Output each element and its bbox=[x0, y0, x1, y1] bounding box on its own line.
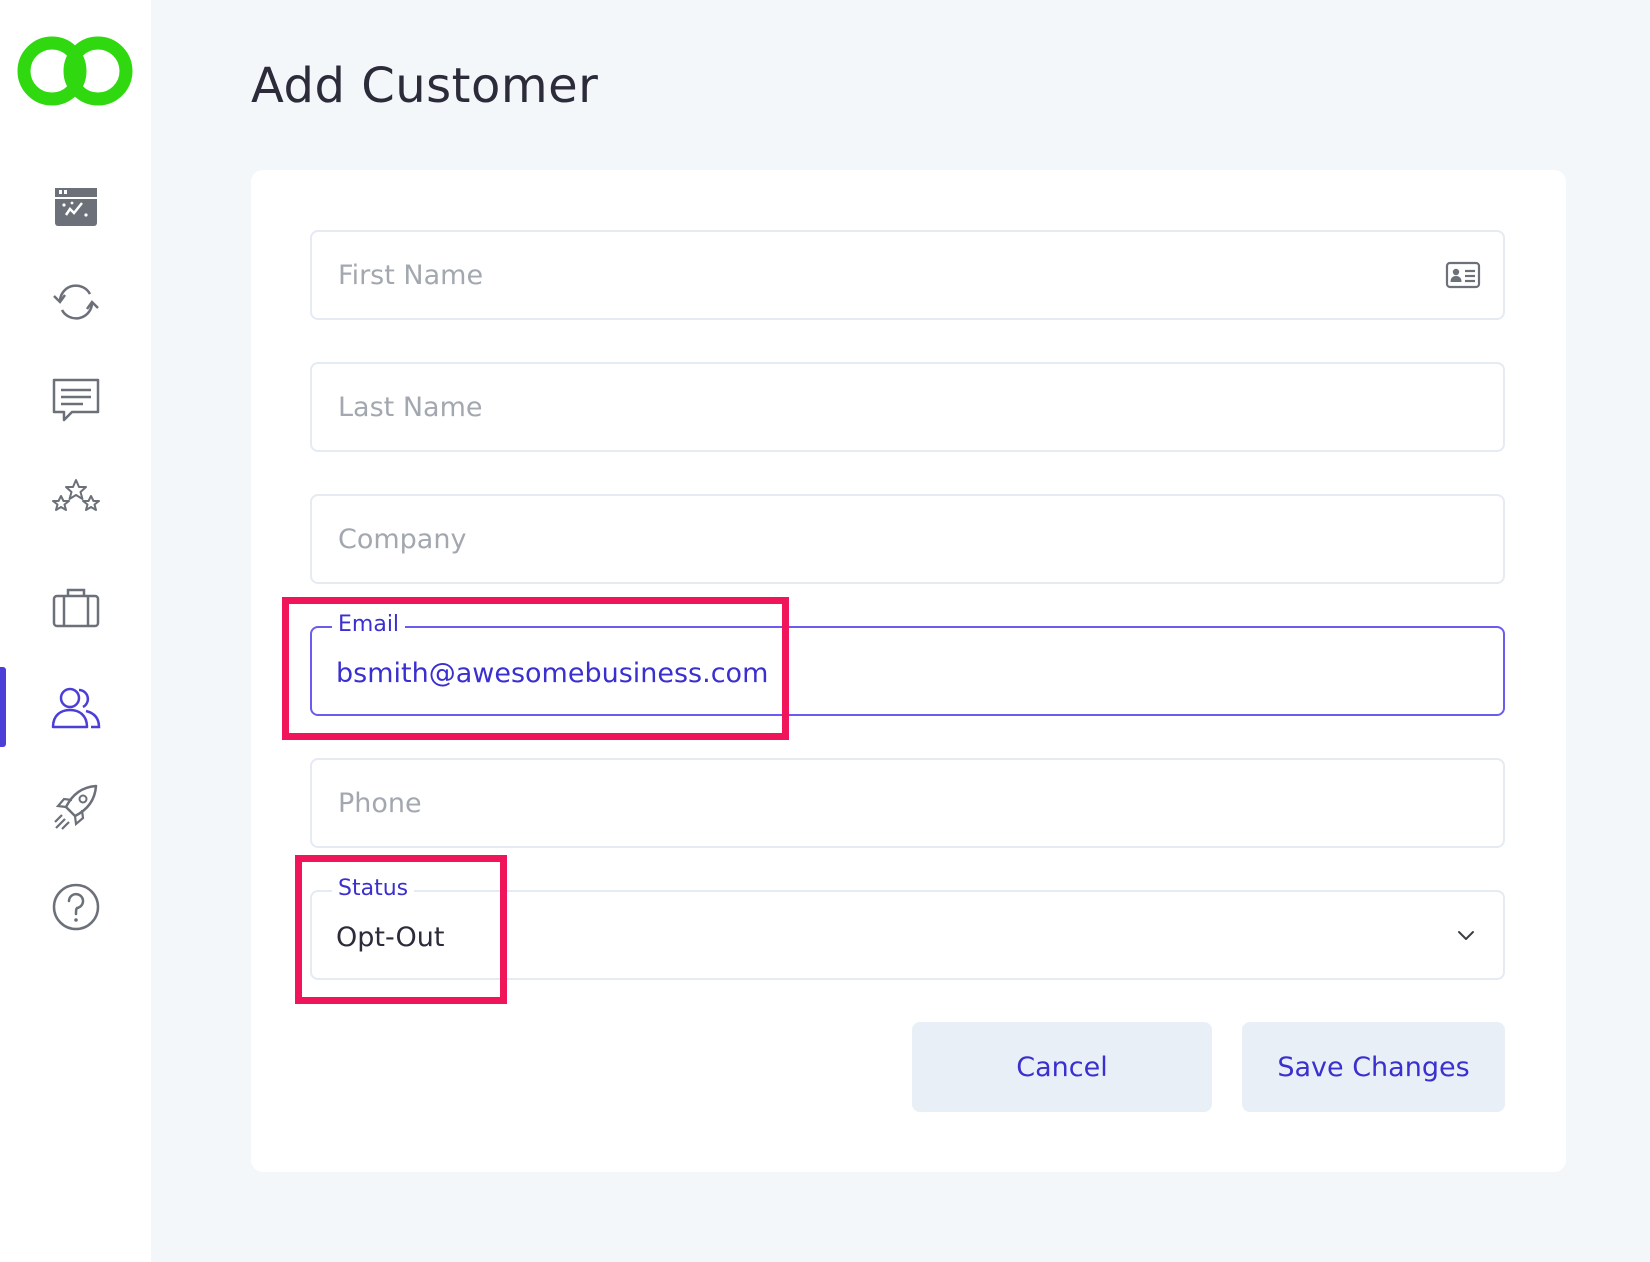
page-title: Add Customer bbox=[251, 58, 599, 114]
status-value: Opt-Out bbox=[336, 921, 445, 953]
last-name-field[interactable]: Last Name bbox=[310, 362, 1505, 452]
brand-logo[interactable] bbox=[17, 34, 133, 108]
company-placeholder: Company bbox=[338, 523, 467, 555]
save-changes-button[interactable]: Save Changes bbox=[1242, 1022, 1505, 1112]
dashboard-icon bbox=[54, 188, 97, 226]
phone-placeholder: Phone bbox=[338, 787, 422, 819]
first-name-placeholder: First Name bbox=[338, 259, 484, 291]
nav-item-help[interactable] bbox=[0, 867, 151, 947]
first-name-field[interactable]: First Name bbox=[310, 230, 1505, 320]
email-value: bsmith@awesomebusiness.com bbox=[336, 657, 769, 689]
nav-item-sync[interactable] bbox=[0, 262, 151, 342]
chevron-down-icon bbox=[1458, 931, 1474, 940]
add-customer-form: First Name Last Name Company Email bsmit… bbox=[251, 170, 1566, 1172]
nav-item-business[interactable] bbox=[0, 568, 151, 648]
phone-field[interactable]: Phone bbox=[310, 758, 1505, 848]
nav-item-messages[interactable] bbox=[0, 360, 151, 440]
stars-icon bbox=[51, 479, 100, 511]
nav-item-dashboard[interactable] bbox=[0, 167, 151, 247]
nav-item-reviews[interactable] bbox=[0, 460, 151, 540]
rocket-icon bbox=[53, 784, 97, 830]
status-select[interactable]: Status Opt-Out bbox=[310, 876, 1505, 980]
refresh-icon bbox=[52, 284, 99, 320]
briefcase-icon bbox=[52, 588, 99, 628]
contact-card-icon[interactable] bbox=[1445, 260, 1481, 290]
sidebar bbox=[0, 0, 151, 1262]
cancel-button[interactable]: Cancel bbox=[912, 1022, 1212, 1112]
nav-item-customers[interactable] bbox=[0, 667, 151, 747]
last-name-placeholder: Last Name bbox=[338, 391, 483, 423]
help-icon bbox=[52, 883, 99, 931]
nav-item-launch[interactable] bbox=[0, 767, 151, 847]
company-field[interactable]: Company bbox=[310, 494, 1505, 584]
email-field[interactable]: Email bsmith@awesomebusiness.com bbox=[310, 612, 1505, 716]
users-icon bbox=[51, 687, 100, 729]
chat-icon bbox=[52, 378, 99, 422]
